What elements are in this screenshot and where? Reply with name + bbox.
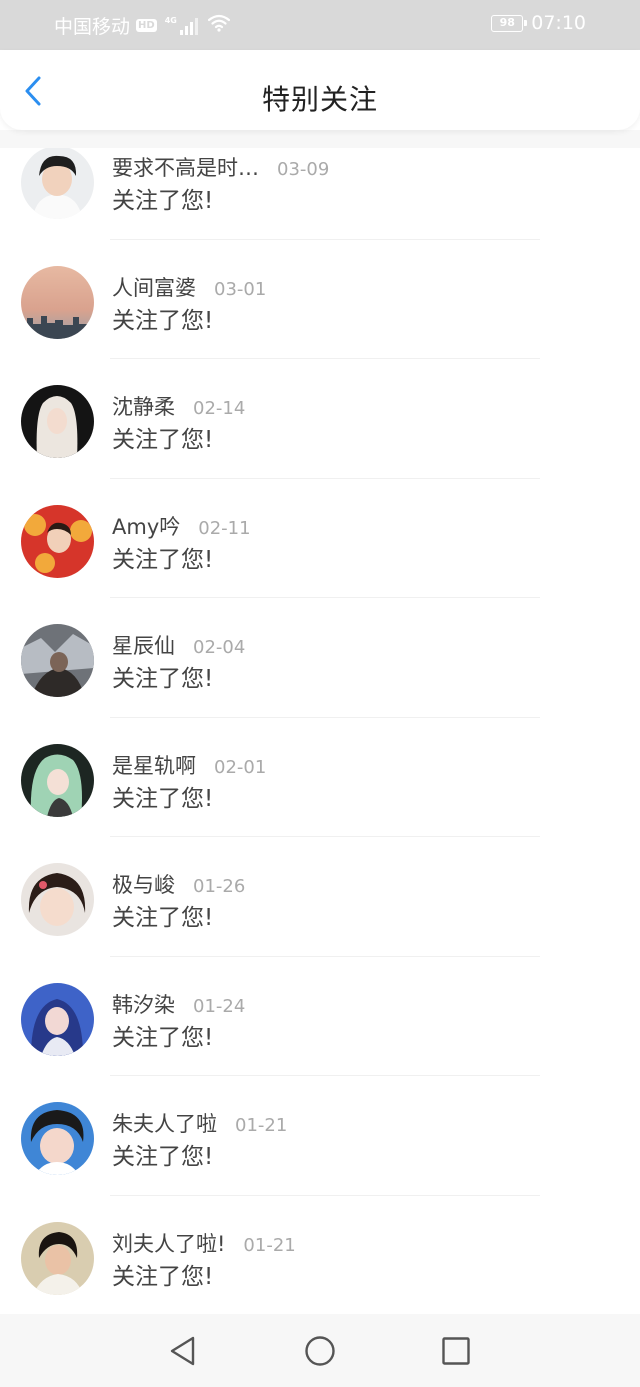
name-row: 星辰仙 02-04 xyxy=(112,630,245,660)
user-name[interactable]: 星辰仙 xyxy=(112,630,175,660)
user-name[interactable]: 人间富婆 xyxy=(112,272,196,302)
follow-date: 02-14 xyxy=(193,398,246,419)
list-item[interactable]: 极与峻 01-26 关注了您! xyxy=(0,837,640,957)
nav-home-button[interactable] xyxy=(303,1334,337,1368)
follow-date: 03-01 xyxy=(214,278,267,300)
list-item[interactable]: 星辰仙 02-04 关注了您! xyxy=(0,598,640,718)
header-shadow-gap xyxy=(0,130,640,148)
page-title: 特别关注 xyxy=(261,83,378,116)
name-row: 朱夫人了啦 01-21 xyxy=(112,1108,287,1138)
list-item[interactable]: 人间富婆 03-01 关注了您! xyxy=(0,240,640,359)
follow-list[interactable]: 要求不高是时… 03-09 关注了您! 人间富婆 03-01 关注了您! 沈静柔… xyxy=(0,146,640,1314)
follow-list-inner: 要求不高是时… 03-09 关注了您! 人间富婆 03-01 关注了您! 沈静柔… xyxy=(0,146,640,1314)
follow-date: 02-01 xyxy=(214,756,267,778)
avatar[interactable] xyxy=(21,265,94,339)
follow-date: 03-09 xyxy=(277,159,330,180)
hd-icon: HD xyxy=(136,19,157,32)
name-row: 刘夫人了啦! 01-21 xyxy=(112,1228,296,1258)
system-nav-bar xyxy=(0,1314,640,1387)
avatar[interactable] xyxy=(21,146,94,219)
follow-date: 01-21 xyxy=(243,1234,296,1256)
name-row: 极与峻 01-26 xyxy=(112,869,245,899)
avatar[interactable] xyxy=(21,1102,94,1175)
list-item[interactable]: 刘夫人了啦! 01-21 关注了您! xyxy=(0,1196,640,1315)
follow-date: 02-04 xyxy=(193,637,246,658)
follow-date: 01-26 xyxy=(193,876,246,897)
name-row: 是星轨啊 02-01 xyxy=(112,750,266,780)
avatar[interactable] xyxy=(21,385,94,458)
name-row: Amy吟 02-11 xyxy=(112,511,251,541)
user-name[interactable]: 极与峻 xyxy=(112,869,175,899)
follow-action: 关注了您! xyxy=(112,785,214,812)
list-item[interactable]: 要求不高是时… 03-09 关注了您! xyxy=(0,146,640,240)
avatar[interactable] xyxy=(21,504,94,578)
avatar[interactable] xyxy=(21,982,94,1056)
back-triangle-icon xyxy=(170,1336,195,1366)
network-type: 4G xyxy=(164,15,177,25)
status-right: 98 07:10 xyxy=(491,12,586,34)
app-header: 特别关注 xyxy=(0,50,640,130)
follow-action: 关注了您! xyxy=(112,666,214,692)
user-name[interactable]: 沈静柔 xyxy=(112,391,175,421)
recents-square-icon xyxy=(442,1337,470,1365)
follow-action: 关注了您! xyxy=(112,1024,214,1051)
list-item[interactable]: 是星轨啊 02-01 关注了您! xyxy=(0,718,640,837)
name-row: 人间富婆 03-01 xyxy=(112,272,266,302)
follow-action: 关注了您! xyxy=(112,905,214,931)
follow-date: 02-11 xyxy=(198,517,251,539)
nav-recents-button[interactable] xyxy=(439,1334,473,1368)
avatar[interactable] xyxy=(21,743,94,817)
follow-action: 关注了您! xyxy=(112,307,214,334)
follow-action: 关注了您! xyxy=(112,1144,214,1170)
nav-back-button[interactable] xyxy=(166,1334,200,1368)
list-item[interactable]: 沈静柔 02-14 关注了您! xyxy=(0,359,640,479)
signal-icon: 4G xyxy=(164,15,198,35)
user-name[interactable]: 是星轨啊 xyxy=(112,750,196,780)
list-item[interactable]: 韩汐染 01-24 关注了您! xyxy=(0,957,640,1076)
user-name[interactable]: 刘夫人了啦! xyxy=(112,1228,225,1258)
wifi-icon xyxy=(207,14,230,37)
follow-action: 关注了您! xyxy=(112,427,214,453)
carrier-name: 中国移动 xyxy=(54,16,131,38)
user-name[interactable]: 韩汐染 xyxy=(112,989,175,1019)
user-name[interactable]: 朱夫人了啦 xyxy=(112,1108,217,1138)
list-item[interactable]: 朱夫人了啦 01-21 关注了您! xyxy=(0,1076,640,1196)
avatar[interactable] xyxy=(21,1221,94,1295)
home-circle-icon xyxy=(305,1336,335,1366)
avatar[interactable] xyxy=(21,624,94,697)
follow-action: 关注了您! xyxy=(112,188,214,214)
follow-action: 关注了您! xyxy=(112,1263,214,1290)
follow-date: 01-24 xyxy=(193,995,246,1017)
status-bar: 中国移动 HD 4G 98 07:10 xyxy=(0,0,640,50)
status-left: 中国移动 HD 4G xyxy=(54,12,230,39)
name-row: 沈静柔 02-14 xyxy=(112,391,245,421)
user-name[interactable]: 要求不高是时… xyxy=(112,152,259,182)
follow-action: 关注了您! xyxy=(112,546,214,573)
clock: 07:10 xyxy=(531,12,586,34)
follow-date: 01-21 xyxy=(235,1115,288,1136)
battery-icon: 98 xyxy=(491,14,528,32)
name-row: 要求不高是时… 03-09 xyxy=(112,152,329,182)
name-row: 韩汐染 01-24 xyxy=(112,989,245,1019)
avatar[interactable] xyxy=(21,863,94,936)
list-item[interactable]: Amy吟 02-11 关注了您! xyxy=(0,479,640,598)
user-name[interactable]: Amy吟 xyxy=(112,511,180,541)
